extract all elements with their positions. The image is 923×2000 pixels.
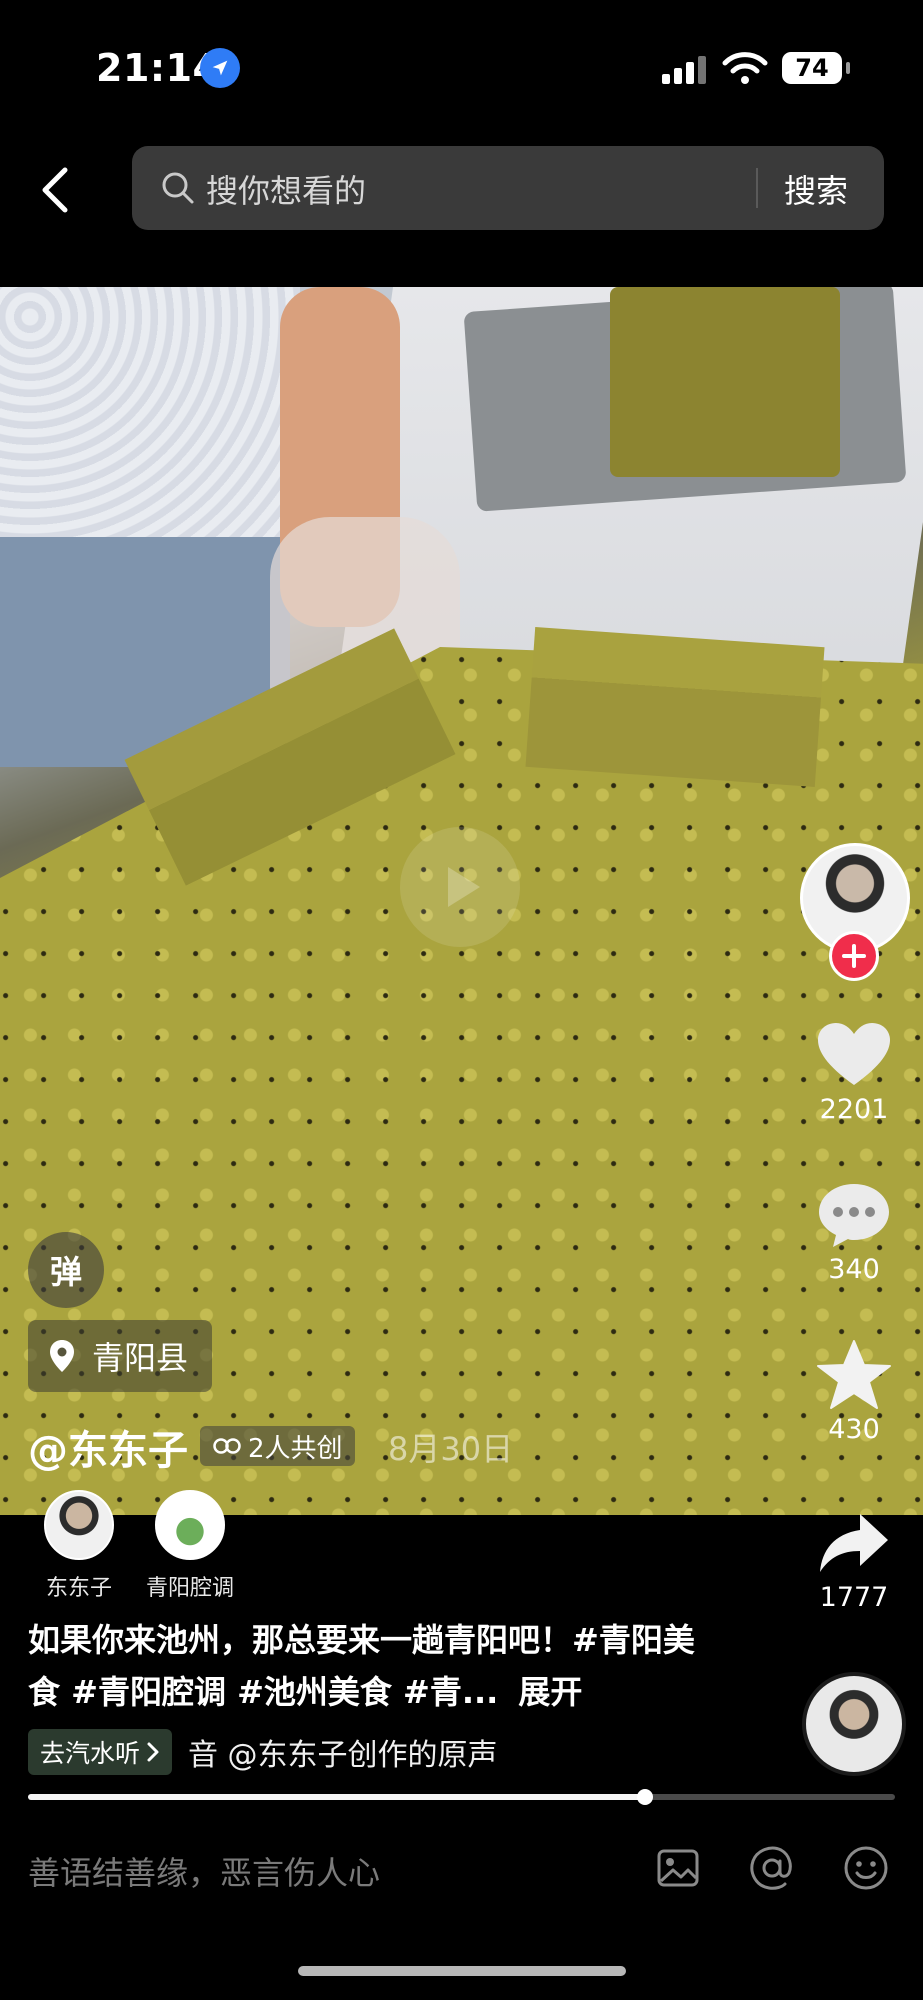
chevron-right-icon [147, 1742, 159, 1762]
comment-bubble-icon [815, 1180, 893, 1250]
cocreate-tag[interactable]: 2人共创 [200, 1426, 355, 1466]
open-music-app-button[interactable]: 去汽水听 [28, 1729, 173, 1775]
infinity-link-icon [213, 1438, 241, 1454]
video-progress-bar[interactable] [28, 1789, 895, 1805]
heart-icon [815, 1020, 893, 1090]
play-icon[interactable] [400, 827, 520, 947]
battery-level: 74 [795, 54, 829, 82]
search-divider [756, 168, 758, 208]
location-name: 青阳县 [92, 1339, 189, 1377]
post-date: 8月30日 [388, 1430, 514, 1468]
home-indicator [298, 1966, 626, 1976]
cocreator-item[interactable]: 青阳腔调 [130, 1490, 250, 1602]
search-bar[interactable]: 搜你想看的 搜索 [132, 146, 884, 230]
video-description[interactable]: 如果你来池州，那总要来一趟青阳吧！#青阳美食 #青阳腔调 #池州美食 #青...… [28, 1614, 708, 1718]
video-frame-shirt [0, 287, 300, 547]
share-arrow-icon [815, 1508, 893, 1578]
favorite-button[interactable]: 430 [808, 1340, 900, 1445]
cocreator-name: 青阳腔调 [145, 1576, 234, 1601]
music-disc[interactable] [802, 1672, 906, 1776]
video-frame-slice [525, 627, 825, 787]
status-bar: 21:14 74 [0, 0, 923, 130]
music-title[interactable]: ⾳ @东东子创作的原声 [188, 1730, 498, 1774]
chevron-left-icon [42, 167, 68, 213]
video-progress-fill [28, 1794, 646, 1800]
cocreate-label: 2人共创 [248, 1433, 343, 1464]
cocreator-avatar [44, 1490, 114, 1560]
comment-button[interactable]: 340 [808, 1180, 900, 1285]
star-icon [815, 1340, 893, 1410]
location-arrow-icon [200, 48, 240, 88]
comment-count: 340 [828, 1254, 880, 1285]
music-row[interactable]: 去汽水听 ⾳ @东东子创作的原声 [28, 1728, 588, 1776]
cocreator-avatar [155, 1490, 225, 1560]
location-tag[interactable]: 青阳县 [28, 1320, 213, 1392]
search-button[interactable]: 搜索 [784, 166, 848, 212]
search-icon [160, 170, 196, 206]
author-name-link[interactable]: @东东子 [28, 1418, 188, 1476]
video-progress-handle[interactable] [637, 1789, 654, 1805]
wifi-icon [722, 50, 768, 86]
video-frame-cake-stack [610, 287, 840, 477]
like-count: 2201 [819, 1094, 889, 1125]
share-count: 1777 [819, 1582, 889, 1613]
like-button[interactable]: 2201 [808, 1020, 900, 1125]
favorite-count: 430 [828, 1414, 880, 1445]
emoji-icon[interactable] [840, 1842, 892, 1894]
share-button[interactable]: 1777 [808, 1508, 900, 1613]
follow-button[interactable] [829, 931, 879, 981]
danmu-toggle-button[interactable]: 弹 [28, 1232, 104, 1308]
cellular-signal-icon [662, 56, 706, 84]
map-pin-icon [50, 1340, 74, 1372]
comment-input[interactable]: 善语结善缘，恶言伤人心 [28, 1848, 380, 1894]
cocreator-name: 东东子 [45, 1576, 112, 1601]
cocreator-item[interactable]: 东东子 [19, 1490, 139, 1602]
expand-button[interactable]: 展开 [518, 1673, 582, 1711]
at-mention-icon[interactable] [746, 1842, 798, 1894]
image-icon[interactable] [652, 1842, 704, 1894]
plus-icon [842, 944, 866, 968]
back-button[interactable] [30, 160, 80, 220]
battery-icon: 74 [782, 52, 850, 84]
open-music-label: 去汽水听 [40, 1739, 141, 1768]
description-text: 如果你来池州，那总要来一趟青阳吧！#青阳美食 #青阳腔调 #池州美食 #青... [28, 1621, 695, 1711]
search-input[interactable]: 搜你想看的 [206, 166, 366, 212]
